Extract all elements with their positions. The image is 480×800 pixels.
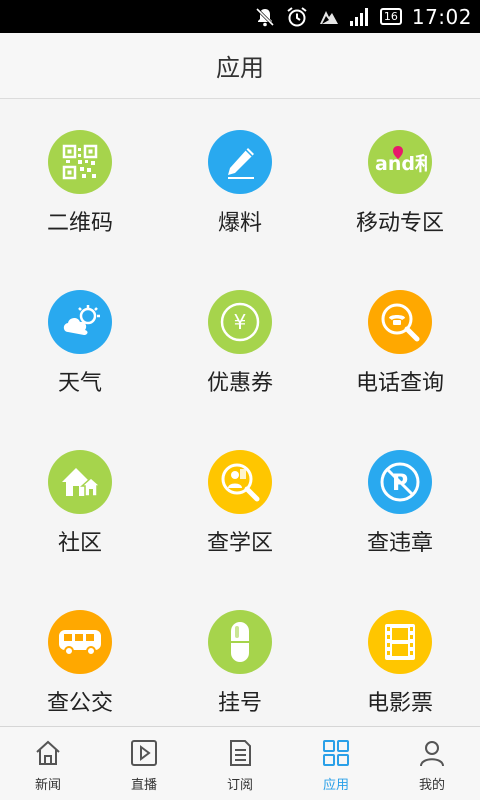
tab-mine[interactable]: 我的 [384,727,480,800]
page-title: 应用 [216,54,264,82]
document-icon [225,738,255,768]
app-registration[interactable]: 挂号 [160,580,320,726]
app-label: 社区 [57,531,102,556]
app-school-district[interactable]: 查学区 [160,420,320,580]
alarm-icon [286,6,308,28]
status-time: 17:02 [411,4,472,29]
app-coupon[interactable]: ¥ 优惠券 [160,260,320,420]
qr-code-icon [48,130,112,194]
home-icon [33,738,63,768]
app-label: 天气 [57,371,102,396]
apps-grid-icon [321,738,351,768]
tab-label: 我的 [418,778,445,793]
user-icon [417,738,447,768]
mute-icon [254,6,276,28]
app-label: 移动专区 [355,211,444,236]
play-icon [129,738,159,768]
app-label: 优惠券 [206,371,273,396]
phone-search-icon [368,290,432,354]
app-weather[interactable]: 天气 [0,260,160,420]
school-search-icon [208,450,272,514]
tab-news[interactable]: 新闻 [0,727,96,800]
app-label: 查公交 [46,691,113,716]
app-label: 查违章 [366,531,433,556]
community-icon [48,450,112,514]
tab-label: 新闻 [34,778,61,793]
app-qr-code[interactable]: 二维码 [0,100,160,260]
bus-icon [48,610,112,674]
mobile-and-logo-icon: and和 [368,130,432,194]
battery-badge: 16 [379,8,402,25]
tab-label: 直播 [130,778,157,793]
no-parking-icon: P [368,450,432,514]
app-grid: 二维码 爆料 and和 移动专区 天气 ¥ 优惠券 电话查询 社区 查学区 查违… [0,100,480,726]
tab-label: 订阅 [226,778,253,793]
page-header: 应用 [0,33,480,99]
tab-apps[interactable]: 应用 [288,727,384,800]
signal-icon [349,7,370,26]
app-label: 爆料 [217,211,262,236]
app-bus[interactable]: 查公交 [0,580,160,726]
pencil-icon [208,130,272,194]
bottom-tab-bar: 新闻 直播 订阅 应用 我的 [0,726,480,800]
app-movie-tickets[interactable]: 电影票 [320,580,480,726]
app-community[interactable]: 社区 [0,420,160,580]
app-label: 挂号 [217,691,262,716]
app-label: 二维码 [46,211,113,236]
app-label: 电影票 [366,691,433,716]
weather-icon [48,290,112,354]
app-traffic-violation[interactable]: P 查违章 [320,420,480,580]
app-mobile-zone[interactable]: and和 移动专区 [320,100,480,260]
wifi-icon [318,7,340,27]
tab-live[interactable]: 直播 [96,727,192,800]
film-icon [368,610,432,674]
coupon-icon: ¥ [208,290,272,354]
app-report[interactable]: 爆料 [160,100,320,260]
app-label: 电话查询 [355,371,444,396]
medicine-icon [208,610,272,674]
app-phone-lookup[interactable]: 电话查询 [320,260,480,420]
status-bar: 16 17:02 [0,0,480,33]
tab-subscribe[interactable]: 订阅 [192,727,288,800]
app-label: 查学区 [206,531,273,556]
yuan-glyph: ¥ [234,310,247,334]
tab-label: 应用 [322,778,349,793]
